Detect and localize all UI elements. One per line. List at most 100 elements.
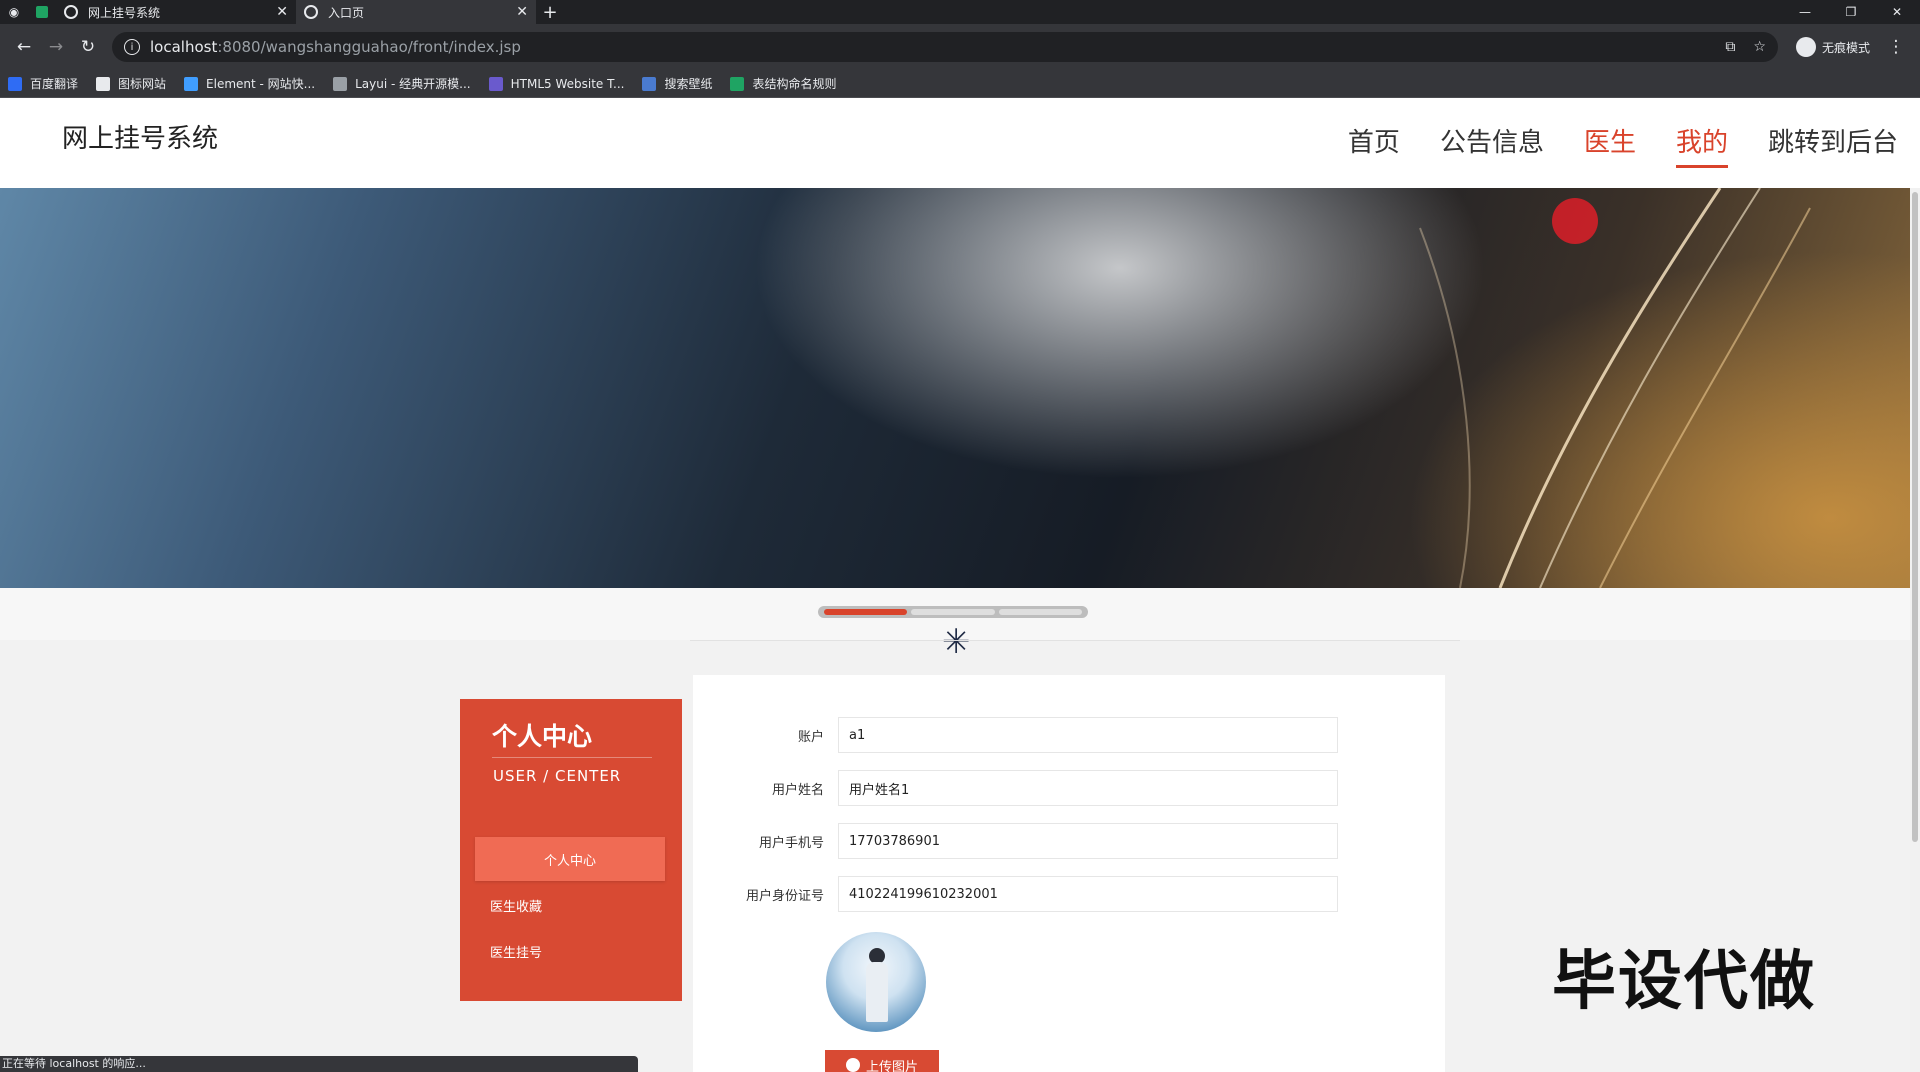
- bookmark-star-icon[interactable]: ☆: [1753, 39, 1766, 55]
- main-nav: 首页 公告信息 医生 我的 跳转到后台: [1348, 122, 1898, 168]
- page-scrollbar[interactable]: [1910, 188, 1920, 1072]
- sidebar-item-profile[interactable]: 个人中心: [475, 837, 665, 881]
- profile-label: 无痕模式: [1821, 40, 1870, 55]
- window-controls: — ❐ ✕: [1782, 5, 1920, 19]
- browser-tab-strip: ◉ 网上挂号系统 ✕ 入口页 ✕ + — ❐ ✕: [0, 0, 1920, 24]
- wallpaper-icon: [642, 76, 657, 91]
- phone-label: 用户手机号: [758, 835, 824, 851]
- forward-button[interactable]: →: [40, 31, 72, 63]
- carousel-dot[interactable]: [824, 609, 908, 615]
- sidebar-item-favorites[interactable]: 医生收藏: [475, 883, 665, 927]
- flag-icon: [96, 76, 111, 91]
- bookmark-item[interactable]: Element - 网站快...: [184, 75, 315, 92]
- form-row-account: 账户: [693, 715, 1445, 755]
- html5-icon: [488, 76, 503, 91]
- sidebar-menu: 个人中心 医生收藏 医生挂号: [475, 837, 665, 975]
- browser-tab-2[interactable]: 入口页 ✕: [296, 0, 536, 24]
- nav-doctors[interactable]: 医生: [1584, 122, 1636, 168]
- sheet-icon: [730, 76, 745, 91]
- form-row-id-card: 用户身份证号: [693, 874, 1445, 914]
- cursor-highlight: [1552, 198, 1598, 244]
- section-divider: [690, 640, 1460, 641]
- nav-admin[interactable]: 跳转到后台: [1768, 122, 1898, 168]
- bookmark-item[interactable]: Layui - 经典开源模...: [333, 75, 471, 92]
- profile-form-panel: 账户 用户姓名 用户手机号 用户身份证号 上传图片: [693, 675, 1445, 1072]
- sidebar-title: 个人中心: [492, 722, 593, 751]
- bookmark-label: Layui - 经典开源模...: [355, 77, 471, 91]
- site-header: 网上挂号系统 首页 公告信息 医生 我的 跳转到后台: [0, 98, 1920, 188]
- nav-mine[interactable]: 我的: [1675, 122, 1728, 168]
- close-icon[interactable]: ✕: [276, 4, 288, 20]
- info-icon[interactable]: i: [124, 39, 140, 55]
- new-tab-button[interactable]: +: [536, 2, 564, 23]
- bookmark-item[interactable]: 百度翻译: [8, 75, 78, 92]
- bookmark-label: Element - 网站快...: [206, 77, 316, 91]
- bookmark-label: 表结构命名规则: [752, 77, 837, 91]
- tab-title: 网上挂号系统: [88, 5, 161, 20]
- scrollbar-thumb[interactable]: [1912, 192, 1918, 842]
- phone-input[interactable]: [838, 823, 1338, 859]
- bookmark-item[interactable]: 搜索壁纸: [642, 75, 712, 92]
- browser-toolbar: ← → ↻ i localhost:8080/wangshangguahao/f…: [0, 24, 1920, 70]
- banner-light-streaks: [1419, 188, 1811, 588]
- sidebar-divider: [492, 757, 652, 758]
- incognito-icon: [1795, 37, 1816, 57]
- close-icon[interactable]: ✕: [516, 4, 528, 20]
- bookmark-label: 搜索壁纸: [664, 77, 713, 91]
- account-input[interactable]: [838, 717, 1338, 753]
- form-row-name: 用户姓名: [693, 768, 1445, 808]
- bookmark-label: 图标网站: [118, 77, 167, 91]
- incognito-profile[interactable]: 无痕模式: [1786, 37, 1880, 57]
- carousel-dot[interactable]: [911, 609, 995, 615]
- site-logo[interactable]: 网上挂号系统: [62, 118, 218, 155]
- url-path: :8080/wangshangguahao/front/index.jsp: [217, 38, 521, 56]
- window-close-icon[interactable]: ✕: [1874, 5, 1920, 19]
- upload-image-button[interactable]: 上传图片: [825, 1050, 939, 1072]
- tab-search-icon[interactable]: ◉: [0, 0, 28, 24]
- globe-icon: [304, 5, 318, 19]
- bookmark-label: 百度翻译: [30, 77, 79, 91]
- watermark-text: 毕设代做: [1552, 945, 1816, 1019]
- camera-icon: [845, 1058, 860, 1072]
- upload-label: 上传图片: [865, 1059, 918, 1072]
- bookmark-item[interactable]: HTML5 Website T...: [488, 76, 625, 91]
- user-center-sidebar: 个人中心 USER / CENTER 个人中心 医生收藏 医生挂号: [460, 699, 682, 1001]
- sidebar-item-registration[interactable]: 医生挂号: [475, 929, 665, 973]
- account-label: 账户: [797, 729, 824, 745]
- carousel-dot[interactable]: [998, 609, 1082, 615]
- minimize-icon[interactable]: —: [1782, 5, 1828, 19]
- bookmark-item[interactable]: 表结构命名规则: [730, 75, 836, 92]
- bookmarks-bar: 百度翻译 图标网站 Element - 网站快... Layui - 经典开源模…: [0, 70, 1920, 98]
- loading-spinner-icon: ✳: [942, 622, 971, 662]
- carousel-indicators[interactable]: [818, 606, 1088, 618]
- restore-icon[interactable]: ❐: [1828, 5, 1874, 19]
- bookmark-label: HTML5 Website T...: [510, 76, 625, 91]
- pinned-tab-icon[interactable]: [28, 0, 56, 24]
- carousel-indicator-area: ✳: [0, 588, 1910, 662]
- name-label: 用户姓名: [771, 782, 824, 798]
- address-bar[interactable]: i localhost:8080/wangshangguahao/front/i…: [112, 32, 1778, 62]
- translate-bookmark-icon: [8, 76, 22, 91]
- browser-status-bar: 正在等待 localhost 的响应...: [0, 1056, 638, 1072]
- nav-announcements[interactable]: 公告信息: [1440, 122, 1544, 168]
- bookmark-item[interactable]: 图标网站: [96, 75, 166, 92]
- id-card-input[interactable]: [838, 876, 1338, 912]
- reload-button[interactable]: ↻: [72, 31, 104, 63]
- url-host: localhost: [150, 38, 218, 56]
- globe-icon: [64, 5, 78, 19]
- avatar: [826, 932, 926, 1032]
- sidebar-subtitle: USER / CENTER: [493, 767, 622, 785]
- layui-icon: [333, 76, 348, 91]
- back-button[interactable]: ←: [8, 31, 40, 63]
- name-input[interactable]: [838, 770, 1338, 806]
- form-row-phone: 用户手机号: [693, 821, 1445, 861]
- tab-title: 入口页: [328, 5, 365, 20]
- banner-carousel[interactable]: [0, 188, 1910, 588]
- menu-icon[interactable]: ⋮: [1880, 31, 1912, 63]
- nav-home[interactable]: 首页: [1348, 122, 1400, 168]
- avatar-figure-body: [866, 962, 888, 1022]
- id-card-label: 用户身份证号: [745, 888, 824, 904]
- browser-tab-1[interactable]: 网上挂号系统 ✕: [56, 0, 296, 24]
- translate-icon[interactable]: ⧉: [1725, 39, 1735, 55]
- element-icon: [184, 76, 199, 91]
